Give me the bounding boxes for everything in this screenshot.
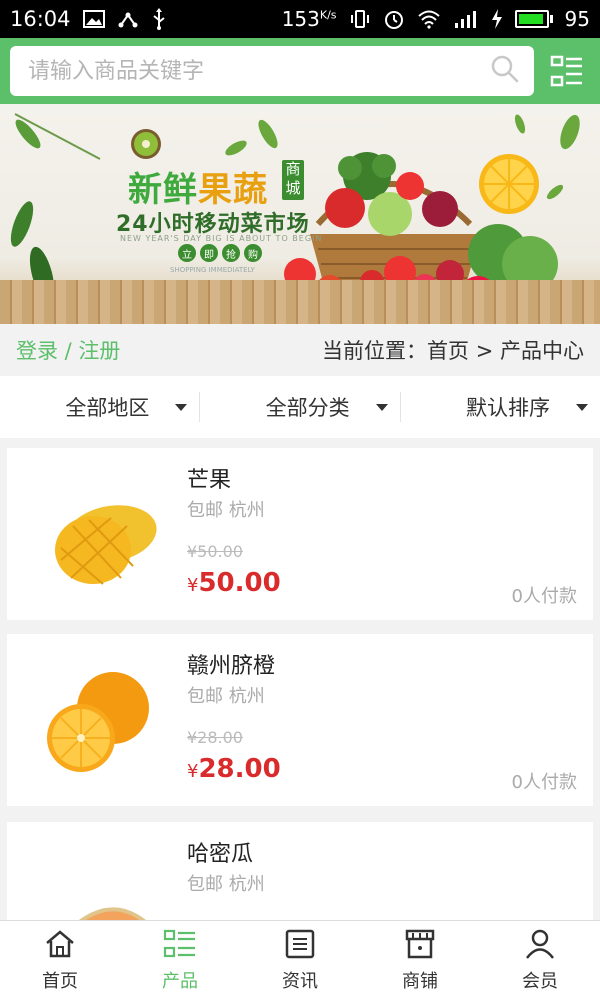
home-icon: [44, 929, 76, 963]
orange-image: [31, 652, 171, 788]
shop-icon: [404, 929, 436, 963]
product-original-price: ¥28.00: [187, 728, 243, 747]
cta-char: 即: [200, 244, 218, 262]
product-card[interactable]: 哈密瓜 包邮 杭州: [7, 822, 593, 920]
image-icon: [82, 7, 105, 31]
product-shipping: 包邮 杭州: [187, 500, 265, 521]
nav-label: 资讯: [282, 970, 318, 992]
battery-icon: [514, 10, 553, 28]
alarm-icon: [383, 7, 405, 31]
banner-tagline: SHOPPING IMMEDIATELY: [170, 266, 255, 274]
nav-home[interactable]: 首页: [0, 921, 120, 1000]
product-price: ¥50.00: [187, 568, 281, 598]
usb-icon: [151, 7, 167, 31]
charging-icon: [491, 7, 503, 31]
search-bar[interactable]: [10, 46, 534, 96]
filter-label: 默认排序: [465, 396, 550, 420]
list-icon: [163, 929, 197, 963]
mango-image: [31, 466, 171, 602]
banner-cta[interactable]: 立 即 抢 购: [178, 244, 262, 262]
product-original-price: ¥50.00: [187, 542, 243, 561]
product-shipping: 包邮 杭州: [187, 874, 265, 895]
nav-news[interactable]: 资讯: [240, 921, 360, 1000]
login-register-link[interactable]: 登录 / 注册: [16, 335, 120, 365]
caret-down-icon: [575, 403, 588, 411]
nav-label: 商铺: [402, 970, 438, 992]
product-name[interactable]: 芒果: [187, 462, 231, 494]
network-speed: 153K/s: [281, 7, 337, 31]
wooden-floor: [0, 280, 600, 324]
caret-down-icon: [175, 403, 188, 411]
product-shipping: 包邮 杭州: [187, 686, 265, 707]
caret-down-icon: [375, 403, 388, 411]
nav-label: 首页: [42, 970, 78, 992]
nav-member[interactable]: 会员: [480, 921, 600, 1000]
cta-char: 立: [178, 244, 196, 262]
signal-icon: [453, 7, 479, 31]
status-time: 16:04: [10, 7, 71, 31]
product-card[interactable]: 芒果 包邮 杭州 ¥50.00 ¥50.00 0人付款: [7, 448, 593, 620]
location-row: 登录 / 注册 当前位置：首页 > 产品中心: [0, 324, 600, 376]
banner-title: 新鲜果蔬: [128, 170, 268, 210]
search-icon[interactable]: [490, 54, 520, 88]
filter-category[interactable]: 全部分类: [200, 392, 401, 422]
nav-label: 产品: [162, 970, 198, 992]
breadcrumb: 当前位置：首页 > 产品中心: [322, 339, 584, 363]
news-icon: [285, 929, 315, 963]
product-price: ¥28.00: [187, 754, 281, 784]
product-name[interactable]: 赣州脐橙: [187, 648, 275, 680]
wifi-icon: [417, 7, 441, 31]
filter-region[interactable]: 全部地区: [0, 392, 201, 422]
status-bar: 16:04 153K/s 95: [0, 0, 600, 38]
filter-label: 全部地区: [65, 396, 150, 420]
product-paid-count: 0人付款: [511, 586, 577, 607]
product-paid-count: 0人付款: [511, 772, 577, 793]
nav-label: 会员: [522, 970, 558, 992]
cta-char: 购: [244, 244, 262, 262]
banner-english-line: NEW YEAR'S DAY BIG IS ABOUT TO BEGIN: [120, 234, 323, 243]
category-menu-icon[interactable]: [550, 54, 584, 88]
header: [0, 38, 600, 104]
search-input[interactable]: [28, 58, 490, 84]
filter-sort[interactable]: 默认排序: [401, 392, 600, 422]
banner-badge: 商城: [282, 160, 304, 200]
user-icon: [525, 929, 555, 963]
product-card[interactable]: 赣州脐橙 包邮 杭州 ¥28.00 ¥28.00 0人付款: [7, 634, 593, 806]
nav-shop[interactable]: 商铺: [360, 921, 480, 1000]
bottom-nav: 首页 产品 资讯 商铺 会员: [0, 920, 600, 1000]
filter-label: 全部分类: [265, 396, 350, 420]
nav-products[interactable]: 产品: [120, 921, 240, 1000]
vibrate-icon: [349, 7, 371, 31]
share-icon: [117, 7, 139, 31]
filter-bar: 全部地区 全部分类 默认排序: [0, 376, 600, 438]
battery-level: 95: [564, 7, 590, 31]
product-name[interactable]: 哈密瓜: [187, 836, 253, 868]
promo-banner[interactable]: 新鲜果蔬 商城 24小时移动菜市场 NEW YEAR'S DAY BIG IS …: [0, 104, 600, 324]
cta-char: 抢: [222, 244, 240, 262]
cantaloupe-image: [31, 840, 171, 920]
